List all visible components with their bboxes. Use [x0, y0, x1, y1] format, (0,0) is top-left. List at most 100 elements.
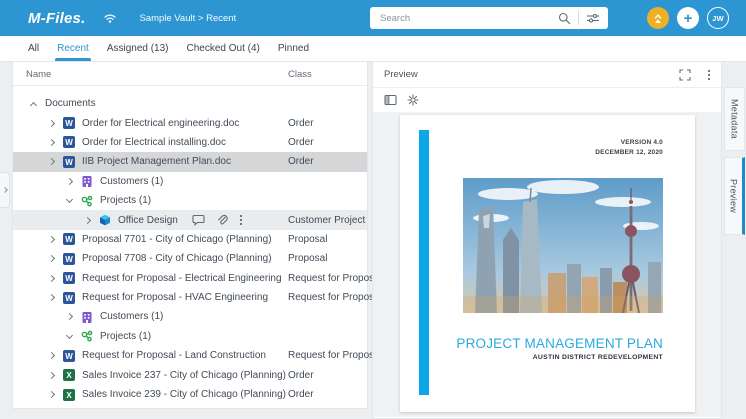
item-name: Request for Proposal - HVAC Engineering — [82, 292, 268, 303]
chevron-right-icon[interactable] — [48, 372, 55, 379]
fullscreen-icon[interactable] — [679, 69, 691, 81]
item-class: Order — [288, 389, 314, 400]
chevron-up-icon[interactable] — [30, 102, 37, 109]
chevron-down-icon[interactable] — [66, 332, 73, 339]
list-item[interactable]: X Sales Invoice 239 - City of Chicago (Pl… — [13, 385, 367, 404]
settings-gear-icon[interactable] — [407, 94, 419, 106]
top-header-bar: M-Files. Sample Vault > Recent + JW — [0, 0, 746, 36]
list-item[interactable]: Office Design Customer Project — [13, 210, 367, 229]
document-viewer[interactable]: VERSION 4.0 DECEMBER 12, 2020 — [373, 112, 721, 417]
item-class: Request for Proposal — [288, 350, 382, 361]
tab-checked-out[interactable]: Checked Out (4) — [187, 36, 260, 61]
item-name: Customers (1) — [100, 176, 163, 187]
svg-text:W: W — [65, 138, 73, 147]
word-file-icon: W — [63, 233, 75, 245]
chevron-right-icon[interactable] — [48, 255, 55, 262]
chevron-right-icon — [2, 187, 8, 193]
chevron-right-icon[interactable] — [66, 178, 73, 185]
kebab-menu-icon[interactable] — [707, 69, 711, 81]
word-file-icon: W — [63, 350, 75, 362]
breadcrumb[interactable]: Sample Vault > Recent — [139, 13, 236, 24]
chevron-right-icon[interactable] — [48, 139, 55, 146]
item-class: Request for Proposal — [288, 273, 382, 284]
list-item[interactable]: W IIB Project Management Plan.doc Order — [13, 152, 367, 171]
svg-text:W: W — [65, 274, 73, 283]
item-name: Office Design — [118, 215, 178, 226]
item-class: Customer Project — [288, 215, 365, 226]
tab-recent[interactable]: Recent — [57, 36, 89, 61]
vault-home-button[interactable] — [647, 7, 669, 29]
column-header-class[interactable]: Class — [288, 69, 312, 80]
item-class: Request for Proposal — [288, 292, 382, 303]
word-file-icon: W — [63, 156, 75, 168]
paperclip-icon[interactable] — [216, 214, 228, 226]
word-file-icon: W — [63, 253, 75, 265]
list-item[interactable]: WRequest for Proposal - Electrical Engin… — [13, 269, 367, 288]
chevron-right-icon[interactable] — [48, 352, 55, 359]
list-item[interactable]: WProposal 7708 - City of Chicago (Planni… — [13, 249, 367, 268]
chevron-down-icon[interactable] — [66, 196, 73, 203]
user-avatar[interactable]: JW — [707, 7, 729, 29]
object-list: Documents W Order for Electrical engineeri… — [13, 86, 367, 404]
list-item[interactable]: Projects (1) — [13, 327, 367, 346]
kebab-icon[interactable] — [239, 214, 243, 226]
svg-text:W: W — [65, 235, 73, 244]
expand-left-panel-handle[interactable] — [0, 172, 10, 208]
customers-icon — [81, 311, 93, 323]
chevron-right-icon[interactable] — [48, 120, 55, 127]
list-item[interactable]: WProposal 7701 - City of Chicago (Planni… — [13, 230, 367, 249]
tab-pinned[interactable]: Pinned — [278, 36, 309, 61]
svg-text:W: W — [65, 352, 73, 361]
m-files-logo: M-Files. — [28, 10, 85, 27]
chevron-right-icon[interactable] — [48, 236, 55, 243]
toggle-sidebar-icon[interactable] — [384, 94, 397, 106]
item-name: IIB Project Management Plan.doc — [82, 156, 231, 167]
list-item[interactable]: WOrder for Electrical engineering.docOrd… — [13, 113, 367, 132]
cover-accent-bar — [419, 130, 429, 395]
column-header-name[interactable]: Name — [26, 69, 51, 80]
projects-icon — [81, 195, 93, 207]
list-item[interactable]: Projects (1) — [13, 191, 367, 210]
item-class: Proposal — [288, 234, 327, 245]
item-name: Request for Proposal - Land Construction — [82, 350, 266, 361]
search-filters-icon[interactable] — [586, 12, 600, 24]
create-new-button[interactable]: + — [677, 7, 699, 29]
search-input[interactable] — [370, 13, 558, 24]
svg-text:W: W — [65, 119, 73, 128]
chevron-right-icon[interactable] — [48, 158, 55, 165]
list-item[interactable]: XSales Invoice 237 - City of Chicago (Pl… — [13, 365, 367, 384]
tab-preview[interactable]: Preview — [724, 157, 745, 235]
search-divider — [578, 11, 579, 25]
chevron-right-icon[interactable] — [48, 294, 55, 301]
list-item[interactable]: W Request for Proposal - Land Constructio… — [13, 346, 367, 365]
comment-icon[interactable] — [192, 214, 205, 226]
tab-metadata[interactable]: Metadata — [724, 87, 745, 151]
preview-toolbar — [373, 88, 721, 112]
customers-icon — [81, 175, 93, 187]
chevron-right-icon[interactable] — [48, 275, 55, 282]
list-item[interactable]: W Request for Proposal - HVAC Engineering… — [13, 288, 367, 307]
list-item[interactable]: WOrder for Electrical installing.docOrde… — [13, 133, 367, 152]
excel-file-icon: X — [63, 389, 75, 401]
tab-assigned[interactable]: Assigned (13) — [107, 36, 169, 61]
excel-file-icon: X — [63, 369, 75, 381]
word-file-icon: W — [63, 292, 75, 304]
svg-text:X: X — [66, 391, 72, 400]
item-class: Order — [288, 370, 314, 381]
search-bar — [370, 7, 608, 29]
chevron-right-icon[interactable] — [84, 216, 91, 223]
chevron-right-icon[interactable] — [48, 391, 55, 398]
item-class: Order — [288, 156, 314, 167]
item-name: Sales Invoice 239 - City of Chicago (Pla… — [82, 389, 286, 400]
right-side-tabs: Metadata Preview — [722, 62, 746, 419]
list-item[interactable]: Customers (1) — [13, 307, 367, 326]
list-item[interactable]: Customers (1) — [13, 172, 367, 191]
tab-all[interactable]: All — [28, 36, 39, 61]
document-page: VERSION 4.0 DECEMBER 12, 2020 — [400, 115, 695, 412]
item-name: Order for Electrical engineering.doc — [82, 118, 239, 129]
preview-title-bar: Preview — [373, 62, 721, 88]
list-item[interactable]: Documents — [13, 94, 367, 113]
chevron-right-icon[interactable] — [66, 313, 73, 320]
search-icon[interactable] — [558, 12, 571, 25]
svg-text:W: W — [65, 255, 73, 264]
